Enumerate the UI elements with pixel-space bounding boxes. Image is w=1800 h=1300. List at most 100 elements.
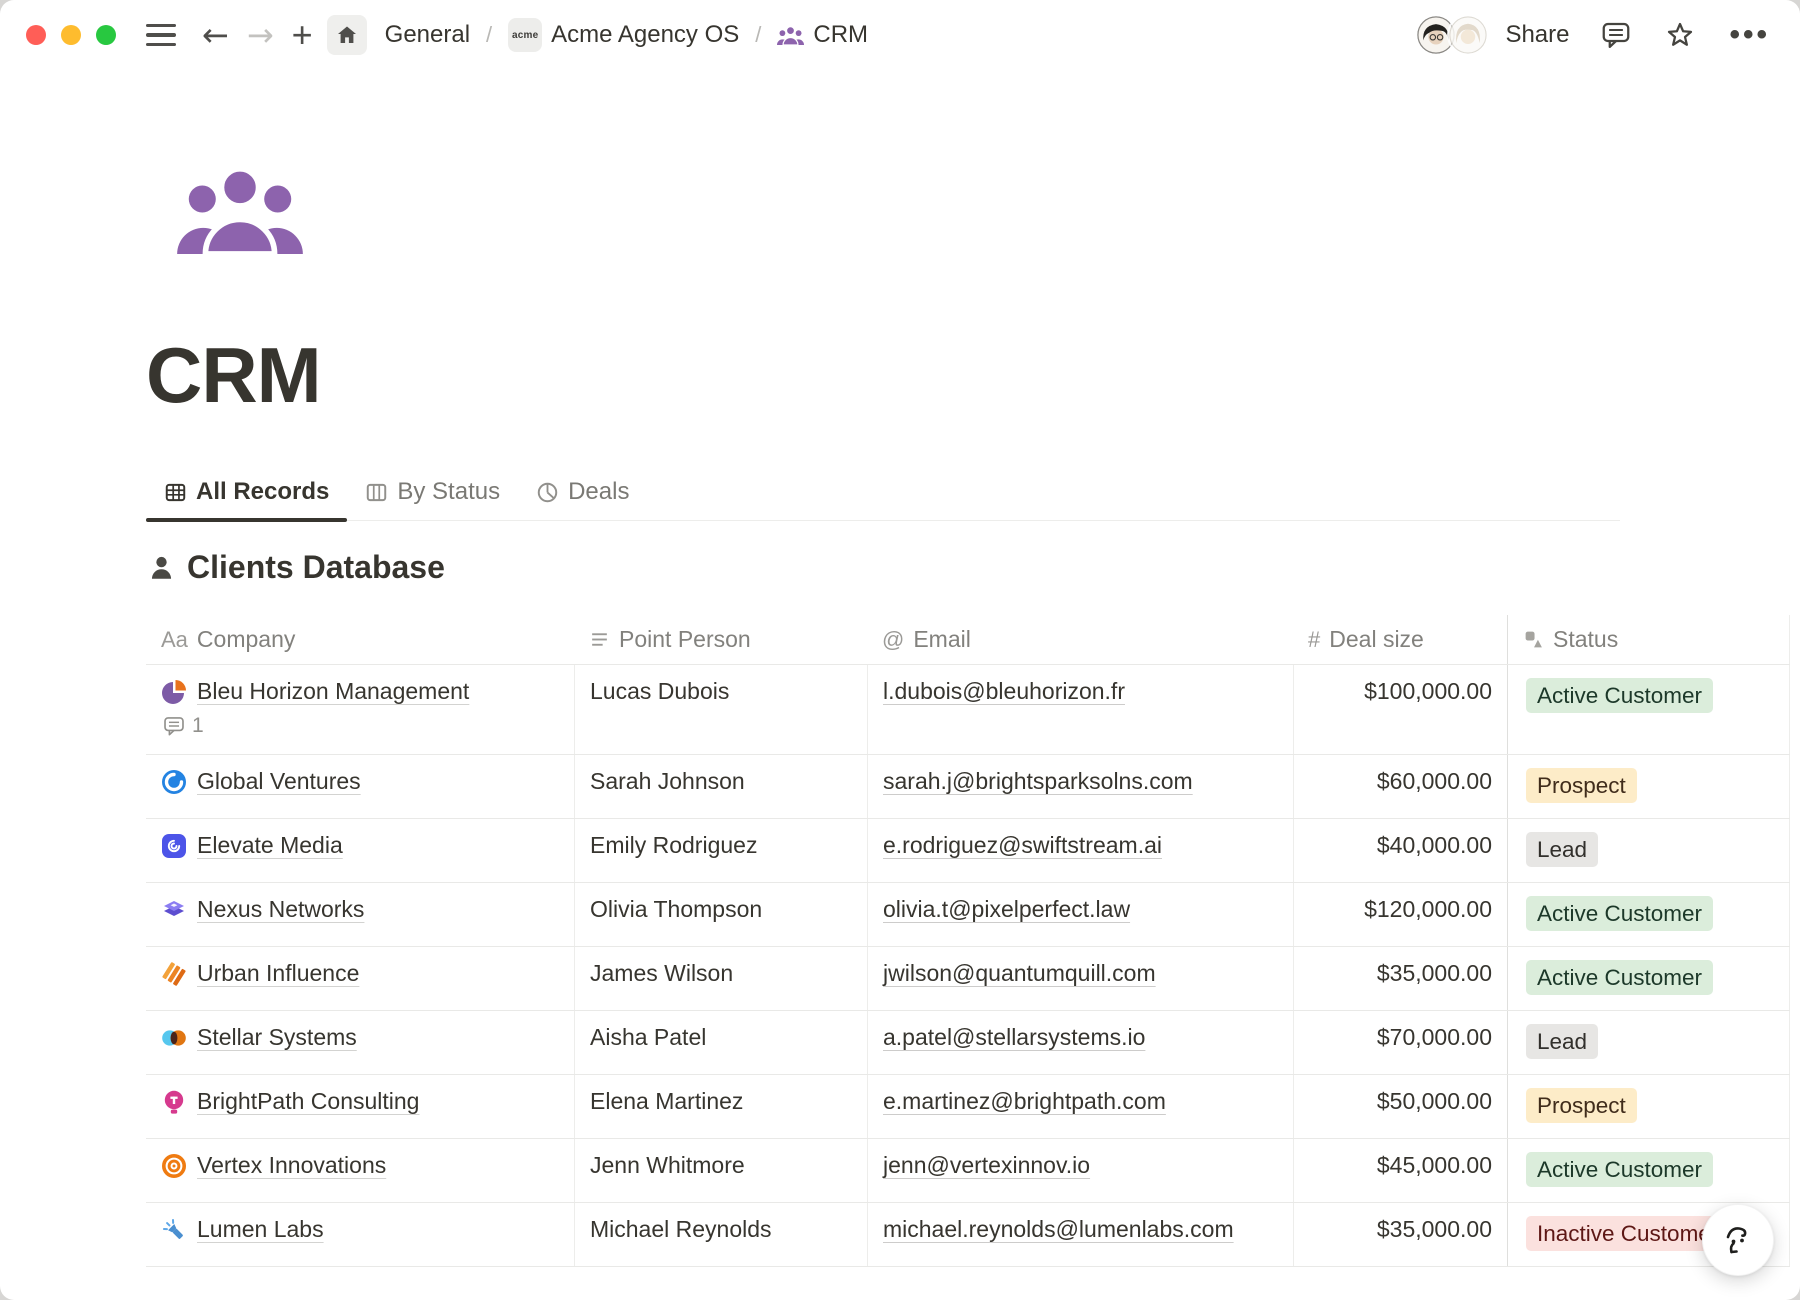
tab-by-status[interactable]: By Status bbox=[347, 478, 518, 520]
company-cell[interactable]: Elevate Media bbox=[146, 819, 574, 882]
deal-size-cell[interactable]: $120,000.00 bbox=[1293, 883, 1508, 946]
point-person-cell[interactable]: James Wilson bbox=[574, 947, 867, 1010]
company-name-link[interactable]: Vertex Innovations bbox=[197, 1152, 386, 1179]
tab-all-records[interactable]: All Records bbox=[146, 478, 347, 520]
table-row: BrightPath Consulting Elena Martinez e.m… bbox=[146, 1075, 1790, 1139]
minimize-window-button[interactable] bbox=[61, 25, 81, 45]
tab-deals[interactable]: Deals bbox=[518, 478, 647, 520]
new-tab-button[interactable]: + bbox=[292, 14, 313, 56]
breadcrumb-workspace[interactable]: acme Acme Agency OS bbox=[502, 14, 745, 56]
status-badge: Active Customer bbox=[1526, 1152, 1713, 1187]
sidebar-toggle-button[interactable] bbox=[146, 24, 176, 46]
company-logo-icon bbox=[161, 1089, 187, 1115]
point-person-cell[interactable]: Aisha Patel bbox=[574, 1011, 867, 1074]
database-title-label: Clients Database bbox=[187, 549, 445, 586]
email-link[interactable]: e.rodriguez@swiftstream.ai bbox=[883, 832, 1162, 858]
deal-size-cell[interactable]: $100,000.00 bbox=[1293, 665, 1508, 754]
column-header-email[interactable]: @ Email bbox=[867, 615, 1293, 664]
breadcrumb-workspace-label: Acme Agency OS bbox=[551, 21, 739, 49]
company-cell[interactable]: Urban Influence bbox=[146, 947, 574, 1010]
email-link[interactable]: jwilson@quantumquill.com bbox=[883, 960, 1156, 986]
email-link[interactable]: a.patel@stellarsystems.io bbox=[883, 1024, 1145, 1050]
company-name-link[interactable]: Nexus Networks bbox=[197, 896, 364, 923]
column-header-deal-size[interactable]: # Deal size bbox=[1293, 615, 1508, 664]
status-cell[interactable]: Active Customer bbox=[1508, 665, 1790, 754]
favorite-button[interactable] bbox=[1665, 20, 1695, 50]
point-person-cell[interactable]: Elena Martinez bbox=[574, 1075, 867, 1138]
deal-size-cell[interactable]: $35,000.00 bbox=[1293, 1203, 1508, 1266]
email-link[interactable]: e.martinez@brightpath.com bbox=[883, 1088, 1166, 1114]
email-cell[interactable]: e.martinez@brightpath.com bbox=[867, 1075, 1293, 1138]
status-cell[interactable]: Lead bbox=[1508, 1011, 1790, 1074]
column-header-point-person[interactable]: Point Person bbox=[574, 615, 867, 664]
email-cell[interactable]: michael.reynolds@lumenlabs.com bbox=[867, 1203, 1293, 1266]
company-cell[interactable]: BrightPath Consulting bbox=[146, 1075, 574, 1138]
point-person-cell[interactable]: Emily Rodriguez bbox=[574, 819, 867, 882]
company-name-link[interactable]: Stellar Systems bbox=[197, 1024, 357, 1051]
point-person-cell[interactable]: Olivia Thompson bbox=[574, 883, 867, 946]
status-cell[interactable]: Active Customer bbox=[1508, 883, 1790, 946]
email-link[interactable]: michael.reynolds@lumenlabs.com bbox=[883, 1216, 1234, 1242]
company-cell[interactable]: Lumen Labs bbox=[146, 1203, 574, 1266]
comment-indicator[interactable]: 1 bbox=[163, 714, 574, 738]
status-cell[interactable]: Prospect bbox=[1508, 1075, 1790, 1138]
column-header-company[interactable]: Aa Company bbox=[146, 615, 574, 664]
point-person-cell[interactable]: Lucas Dubois bbox=[574, 665, 867, 754]
company-cell[interactable]: Stellar Systems bbox=[146, 1011, 574, 1074]
forward-button[interactable]: → bbox=[247, 19, 274, 51]
email-cell[interactable]: sarah.j@brightsparksolns.com bbox=[867, 755, 1293, 818]
email-cell[interactable]: e.rodriguez@swiftstream.ai bbox=[867, 819, 1293, 882]
point-person-cell[interactable]: Michael Reynolds bbox=[574, 1203, 867, 1266]
more-options-button[interactable]: ••• bbox=[1729, 18, 1770, 52]
home-button[interactable] bbox=[327, 15, 367, 55]
at-sign-icon: @ bbox=[882, 627, 904, 653]
company-name-link[interactable]: Urban Influence bbox=[197, 960, 359, 987]
deal-size-cell[interactable]: $40,000.00 bbox=[1293, 819, 1508, 882]
company-name-link[interactable]: Global Ventures bbox=[197, 768, 361, 795]
member-avatar-2[interactable] bbox=[1447, 14, 1489, 56]
status-cell[interactable]: Lead bbox=[1508, 819, 1790, 882]
status-cell[interactable]: Active Customer bbox=[1508, 1139, 1790, 1202]
deal-size-cell[interactable]: $70,000.00 bbox=[1293, 1011, 1508, 1074]
ai-assistant-button[interactable] bbox=[1702, 1204, 1774, 1276]
status-cell[interactable]: Prospect bbox=[1508, 755, 1790, 818]
column-header-status[interactable]: Status bbox=[1508, 615, 1790, 664]
comment-count: 1 bbox=[192, 714, 204, 738]
email-link[interactable]: sarah.j@brightsparksolns.com bbox=[883, 768, 1193, 794]
email-cell[interactable]: jenn@vertexinnov.io bbox=[867, 1139, 1293, 1202]
table-row: Global Ventures Sarah Johnson sarah.j@br… bbox=[146, 755, 1790, 819]
comments-button[interactable] bbox=[1601, 20, 1631, 50]
company-cell[interactable]: Global Ventures bbox=[146, 755, 574, 818]
close-window-button[interactable] bbox=[26, 25, 46, 45]
email-cell[interactable]: jwilson@quantumquill.com bbox=[867, 947, 1293, 1010]
deal-size-cell[interactable]: $35,000.00 bbox=[1293, 947, 1508, 1010]
deal-size-cell[interactable]: $50,000.00 bbox=[1293, 1075, 1508, 1138]
company-name-link[interactable]: BrightPath Consulting bbox=[197, 1088, 419, 1115]
table-row: Stellar Systems Aisha Patel a.patel@stel… bbox=[146, 1011, 1790, 1075]
company-name-link[interactable]: Elevate Media bbox=[197, 832, 343, 859]
email-cell[interactable]: a.patel@stellarsystems.io bbox=[867, 1011, 1293, 1074]
point-person-cell[interactable]: Jenn Whitmore bbox=[574, 1139, 867, 1202]
breadcrumb-general[interactable]: General bbox=[379, 17, 476, 53]
share-button[interactable]: Share bbox=[1505, 21, 1569, 49]
email-link[interactable]: l.dubois@bleuhorizon.fr bbox=[883, 678, 1125, 704]
back-button[interactable]: ← bbox=[202, 19, 229, 51]
deal-size-cell[interactable]: $60,000.00 bbox=[1293, 755, 1508, 818]
email-link[interactable]: jenn@vertexinnov.io bbox=[883, 1152, 1090, 1178]
pie-chart-icon bbox=[536, 481, 559, 504]
company-cell[interactable]: Nexus Networks bbox=[146, 883, 574, 946]
status-cell[interactable]: Active Customer bbox=[1508, 947, 1790, 1010]
email-link[interactable]: olivia.t@pixelperfect.law bbox=[883, 896, 1130, 922]
page-icon[interactable] bbox=[170, 166, 310, 254]
email-cell[interactable]: olivia.t@pixelperfect.law bbox=[867, 883, 1293, 946]
zoom-window-button[interactable] bbox=[96, 25, 116, 45]
point-person-cell[interactable]: Sarah Johnson bbox=[574, 755, 867, 818]
company-name-link[interactable]: Lumen Labs bbox=[197, 1216, 324, 1243]
deal-size-cell[interactable]: $45,000.00 bbox=[1293, 1139, 1508, 1202]
company-cell[interactable]: Bleu Horizon Management 1 bbox=[146, 665, 574, 754]
status-badge: Active Customer bbox=[1526, 896, 1713, 931]
breadcrumb-crm[interactable]: CRM bbox=[771, 17, 874, 53]
company-name-link[interactable]: Bleu Horizon Management bbox=[197, 678, 469, 705]
email-cell[interactable]: l.dubois@bleuhorizon.fr bbox=[867, 665, 1293, 754]
company-cell[interactable]: Vertex Innovations bbox=[146, 1139, 574, 1202]
